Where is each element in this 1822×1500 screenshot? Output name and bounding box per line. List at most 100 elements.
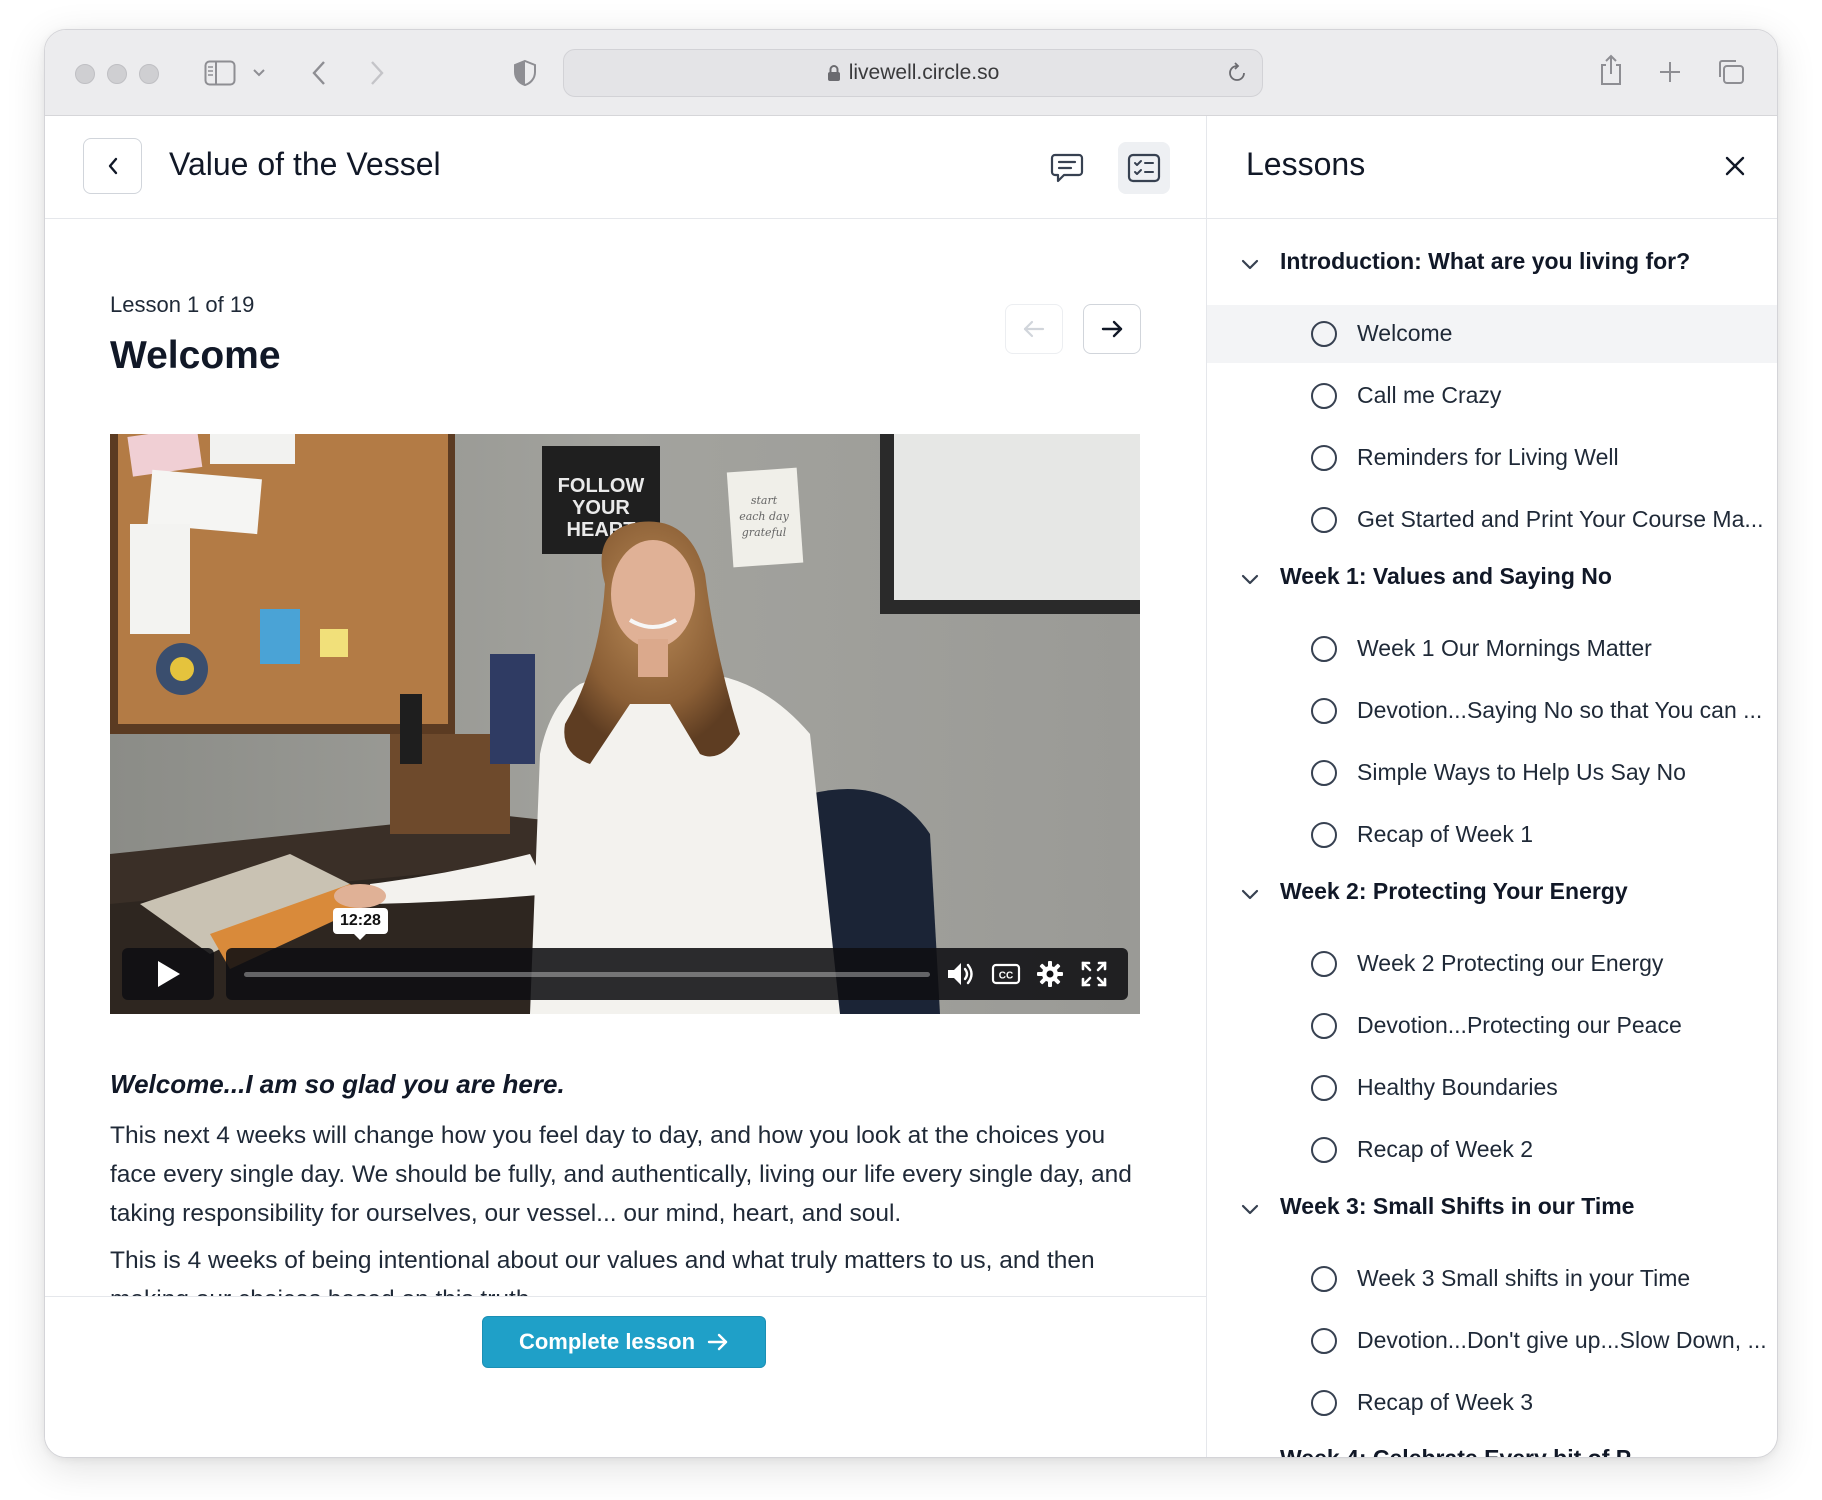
lesson-item-label: Week 1 Our Mornings Matter bbox=[1357, 635, 1652, 661]
section-week-4-partial[interactable]: Week 4: Celebrate Every bit of P... bbox=[1280, 1445, 1647, 1457]
poster-text-your: YOUR bbox=[572, 497, 630, 519]
lesson-item[interactable]: Healthy Boundaries bbox=[1207, 1059, 1777, 1117]
complete-lesson-label: Complete lesson bbox=[518, 1329, 696, 1354]
incomplete-circle-icon bbox=[1311, 1328, 1337, 1354]
chevron-down-icon bbox=[1241, 1204, 1259, 1215]
course-header: Value of the Vessel bbox=[45, 116, 1206, 219]
volume-icon[interactable] bbox=[946, 960, 976, 988]
incomplete-circle-icon bbox=[1311, 760, 1337, 786]
chevron-left-icon bbox=[108, 157, 117, 175]
comments-button[interactable] bbox=[1041, 142, 1093, 194]
back-button[interactable] bbox=[83, 138, 142, 194]
poster-text-follow: FOLLOW bbox=[558, 475, 645, 497]
video-control-bar: 12:28 CC bbox=[226, 908, 1128, 1000]
lock-icon bbox=[827, 65, 840, 81]
closed-captions-icon[interactable]: CC bbox=[991, 960, 1021, 988]
arrow-right-icon bbox=[1101, 320, 1123, 338]
lesson-item-label: Week 3 Small shifts in your Time bbox=[1357, 1265, 1691, 1291]
lesson-item[interactable]: Devotion...Saying No so that You can ... bbox=[1207, 682, 1777, 740]
svg-text:CC: CC bbox=[999, 971, 1013, 982]
video-progress-track[interactable] bbox=[244, 972, 930, 977]
lesson-item[interactable]: Call me Crazy bbox=[1207, 367, 1777, 425]
arrow-right-icon bbox=[707, 1333, 728, 1351]
poster-text-eachday: each day bbox=[739, 510, 789, 523]
lessons-sidebar: Lessons Introduction: What are you livin… bbox=[1206, 116, 1777, 1457]
previous-lesson-button[interactable] bbox=[1005, 304, 1063, 354]
section-label: Introduction: What are you living for? bbox=[1280, 248, 1691, 274]
incomplete-circle-icon bbox=[1311, 1013, 1337, 1039]
lesson-item[interactable]: Recap of Week 2 bbox=[1207, 1121, 1777, 1179]
lesson-item[interactable]: Week 1 Our Mornings Matter bbox=[1207, 620, 1777, 678]
video-player[interactable]: FOLLOW YOUR HEART start each day gratefu… bbox=[110, 434, 1140, 1014]
lesson-title: Welcome bbox=[110, 334, 281, 377]
browser-window: livewell.circle.so Value of the Vessel L… bbox=[44, 29, 1778, 1458]
settings-gear-icon[interactable] bbox=[1035, 960, 1065, 988]
incomplete-circle-icon bbox=[1311, 1390, 1337, 1416]
section-week-3[interactable]: Week 3: Small Shifts in our Time bbox=[1207, 1189, 1777, 1229]
lesson-item-label: Week 2 Protecting our Energy bbox=[1357, 950, 1664, 976]
incomplete-circle-icon bbox=[1311, 951, 1337, 977]
lesson-item-label: Recap of Week 1 bbox=[1357, 821, 1534, 847]
section-introduction[interactable]: Introduction: What are you living for? bbox=[1207, 244, 1777, 284]
lesson-item-label: Get Started and Print Your Course Ma... bbox=[1357, 506, 1764, 532]
incomplete-circle-icon bbox=[1311, 507, 1337, 533]
lesson-item-label: Welcome bbox=[1357, 320, 1453, 346]
lesson-main: Value of the Vessel Lesson 1 of 19 Welco… bbox=[45, 116, 1206, 1457]
lesson-item[interactable]: Recap of Week 3 bbox=[1207, 1374, 1777, 1432]
lessons-sidebar-header: Lessons bbox=[1207, 116, 1777, 219]
new-tab-icon[interactable] bbox=[1656, 58, 1684, 86]
poster-text-start: start bbox=[751, 494, 778, 507]
next-lesson-button[interactable] bbox=[1083, 304, 1141, 354]
lesson-item[interactable]: Get Started and Print Your Course Ma... bbox=[1207, 491, 1777, 549]
video-controls: 12:28 CC bbox=[122, 908, 1128, 1000]
lesson-item-welcome[interactable]: Welcome bbox=[1207, 305, 1777, 363]
lesson-item[interactable]: Reminders for Living Well bbox=[1207, 429, 1777, 487]
lesson-item-label: Devotion...Saying No so that You can ... bbox=[1357, 697, 1763, 723]
chevron-down-icon bbox=[1241, 889, 1259, 900]
close-window-button[interactable] bbox=[75, 64, 95, 84]
lesson-footer: Complete lesson bbox=[45, 1296, 1206, 1457]
lessons-toggle-button[interactable] bbox=[1118, 142, 1170, 194]
share-icon[interactable] bbox=[1596, 52, 1626, 88]
incomplete-circle-icon bbox=[1311, 1266, 1337, 1292]
lesson-item-label: Reminders for Living Well bbox=[1357, 444, 1619, 470]
poster-text-grateful: grateful bbox=[742, 526, 787, 539]
fullscreen-icon[interactable] bbox=[1079, 960, 1109, 988]
lesson-item-label: Healthy Boundaries bbox=[1357, 1074, 1558, 1100]
lesson-item[interactable]: Recap of Week 1 bbox=[1207, 806, 1777, 864]
sidebar-toggle-icon[interactable] bbox=[203, 58, 237, 88]
incomplete-circle-icon bbox=[1311, 1075, 1337, 1101]
lesson-item[interactable]: Week 3 Small shifts in your Time bbox=[1207, 1250, 1777, 1308]
section-week-2[interactable]: Week 2: Protecting Your Energy bbox=[1207, 874, 1777, 914]
lesson-item-label: Devotion...Protecting our Peace bbox=[1357, 1012, 1682, 1038]
comment-icon bbox=[1050, 153, 1084, 183]
address-bar[interactable]: livewell.circle.so bbox=[563, 49, 1263, 97]
incomplete-circle-icon bbox=[1311, 698, 1337, 724]
minimize-window-button[interactable] bbox=[107, 64, 127, 84]
lesson-count: Lesson 1 of 19 bbox=[110, 292, 255, 317]
browser-forward-icon[interactable] bbox=[365, 58, 389, 88]
zoom-window-button[interactable] bbox=[139, 64, 159, 84]
checklist-icon bbox=[1127, 153, 1161, 183]
lesson-item[interactable]: Week 2 Protecting our Energy bbox=[1207, 935, 1777, 993]
lesson-item[interactable]: Devotion...Don't give up...Slow Down, ..… bbox=[1207, 1312, 1777, 1370]
complete-lesson-button[interactable]: Complete lesson bbox=[482, 1316, 766, 1368]
lesson-paragraph-1: This next 4 weeks will change how you fe… bbox=[110, 1122, 1132, 1227]
close-sidebar-button[interactable] bbox=[1721, 152, 1749, 180]
chevron-down-icon[interactable] bbox=[251, 66, 267, 80]
tab-overview-icon[interactable] bbox=[1715, 57, 1747, 87]
shield-icon[interactable] bbox=[511, 57, 539, 89]
browser-back-icon[interactable] bbox=[307, 58, 331, 88]
section-label: Week 3: Small Shifts in our Time bbox=[1280, 1193, 1635, 1219]
url-text: livewell.circle.so bbox=[848, 61, 1000, 84]
incomplete-circle-icon bbox=[1311, 383, 1337, 409]
browser-toolbar: livewell.circle.so bbox=[45, 30, 1777, 116]
play-button[interactable] bbox=[122, 948, 214, 1000]
chevron-down-icon bbox=[1241, 574, 1259, 585]
lesson-item[interactable]: Devotion...Protecting our Peace bbox=[1207, 997, 1777, 1055]
section-week-1[interactable]: Week 1: Values and Saying No bbox=[1207, 559, 1777, 599]
lesson-item[interactable]: Simple Ways to Help Us Say No bbox=[1207, 744, 1777, 802]
reload-icon[interactable] bbox=[1226, 62, 1248, 84]
lesson-item-label: Call me Crazy bbox=[1357, 382, 1502, 408]
video-time: 12:28 bbox=[333, 908, 388, 940]
